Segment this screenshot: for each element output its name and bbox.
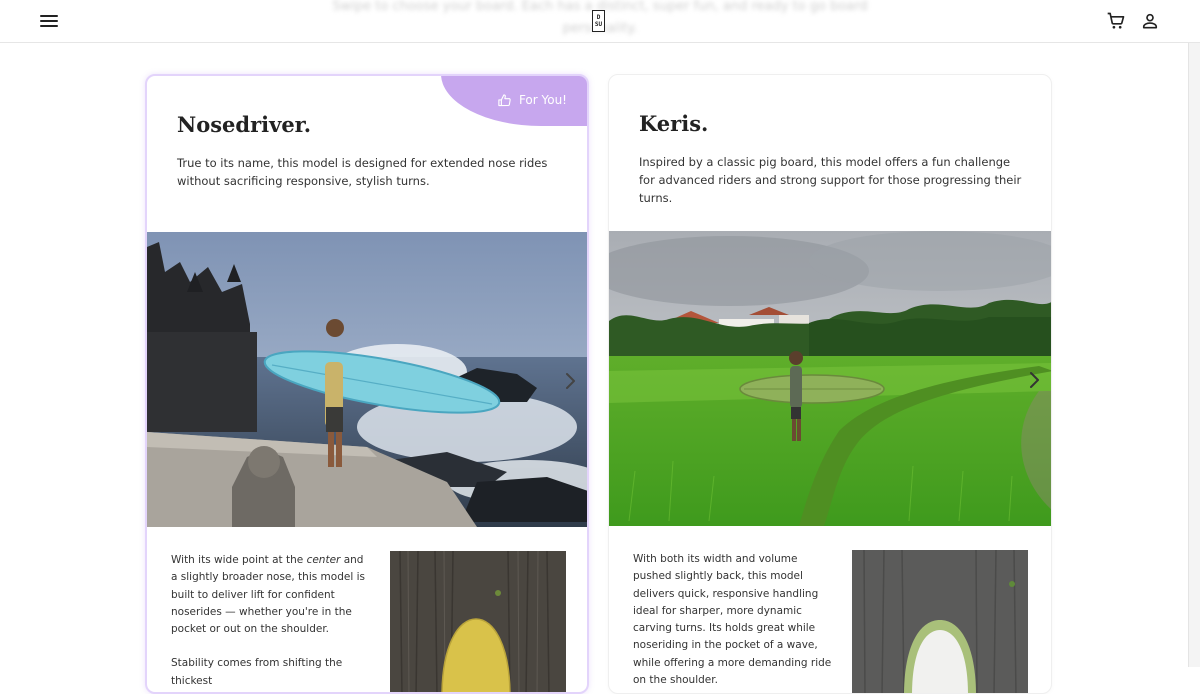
for-you-badge: For You!: [441, 76, 587, 126]
surfer-rocks-photo[interactable]: [147, 232, 587, 527]
card-description: Inspired by a classic pig board, this mo…: [639, 155, 1022, 205]
shopping-cart-icon[interactable]: [1106, 11, 1126, 31]
card-title: Nosedriver.: [177, 112, 312, 137]
badge-label: For You!: [518, 93, 567, 107]
card-title: Keris.: [639, 111, 709, 136]
board-card-keris[interactable]: Keris. Inspired by a classic pig board, …: [608, 74, 1052, 694]
board-closeup-photo[interactable]: [390, 551, 566, 692]
card-description: True to its name, this model is designed…: [177, 156, 548, 188]
chevron-right-icon[interactable]: [563, 372, 577, 390]
user-account-icon[interactable]: [1140, 11, 1160, 31]
surfer-rice-field-photo[interactable]: [609, 231, 1051, 526]
detail-paragraph: With its wide point at the center and a …: [171, 554, 365, 636]
thumbs-up-icon: [497, 93, 512, 108]
chevron-right-icon[interactable]: [1027, 371, 1041, 389]
board-card-nosedriver[interactable]: For You! Nosedriver. True to its name, t…: [145, 74, 589, 694]
top-navigation-bar: Swipe to choose your board. Each has a d…: [0, 0, 1200, 43]
detail-paragraph: With both its width and volume pushed sl…: [633, 553, 832, 687]
logo-text-bottom: SU: [594, 21, 603, 28]
logo-text-top: D: [596, 14, 601, 21]
board-closeup-photo[interactable]: [852, 550, 1028, 693]
detail-paragraph-2: Stability comes from shifting the thicke…: [171, 657, 343, 687]
brand-logo[interactable]: D SU: [592, 10, 605, 32]
board-details-text: With its wide point at the center and a …: [171, 552, 371, 692]
page-scrollbar[interactable]: [1188, 0, 1200, 667]
hamburger-menu-icon[interactable]: [40, 13, 60, 29]
board-details-text: With both its width and volume pushed sl…: [633, 551, 833, 693]
